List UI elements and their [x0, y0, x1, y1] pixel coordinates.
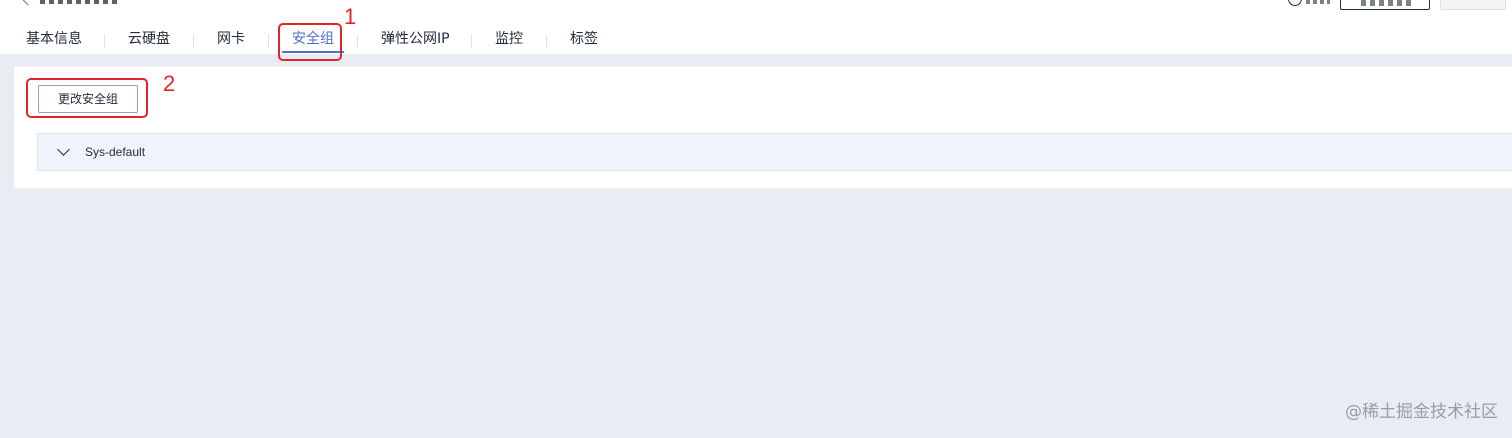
tab-nic[interactable]: 网卡	[217, 24, 245, 54]
security-group-panel: 更改安全组 Sys-default	[14, 66, 1512, 189]
annotation-box-2	[26, 78, 148, 118]
annotation-number-1: 1	[344, 4, 357, 29]
tab-divider	[471, 34, 472, 48]
tab-divider	[357, 34, 358, 48]
tab-cloud-disk[interactable]: 云硬盘	[128, 24, 170, 54]
remote-login-label-fragment	[1361, 0, 1411, 6]
annotation-box-1	[278, 23, 342, 61]
detail-tabs: 基本信息 云硬盘 网卡 安全组 弹性公网IP 监控 标签	[0, 24, 1512, 54]
tab-monitoring[interactable]: 监控	[495, 24, 523, 54]
back-arrow-icon[interactable]	[19, 0, 37, 6]
tab-divider	[104, 34, 105, 48]
security-group-row[interactable]: Sys-default	[37, 133, 1512, 171]
tab-basic-info[interactable]: 基本信息	[26, 24, 82, 54]
tab-elastic-ip[interactable]: 弹性公网IP	[381, 24, 450, 54]
security-group-name: Sys-default	[85, 145, 146, 159]
refresh-icon[interactable]	[1288, 0, 1302, 6]
annotation-number-2: 2	[163, 71, 176, 96]
tab-divider	[193, 34, 194, 48]
refresh-label-fragment	[1306, 0, 1330, 4]
watermark: @稀土掘金技术社区	[1345, 402, 1498, 422]
tab-tags[interactable]: 标签	[570, 24, 598, 54]
chevron-down-icon[interactable]	[57, 143, 70, 156]
page-title-fragment	[40, 0, 120, 4]
tab-divider	[268, 34, 269, 48]
tab-divider	[546, 34, 547, 48]
remote-login-button[interactable]	[1340, 0, 1430, 10]
poweron-button[interactable]	[1440, 0, 1506, 10]
